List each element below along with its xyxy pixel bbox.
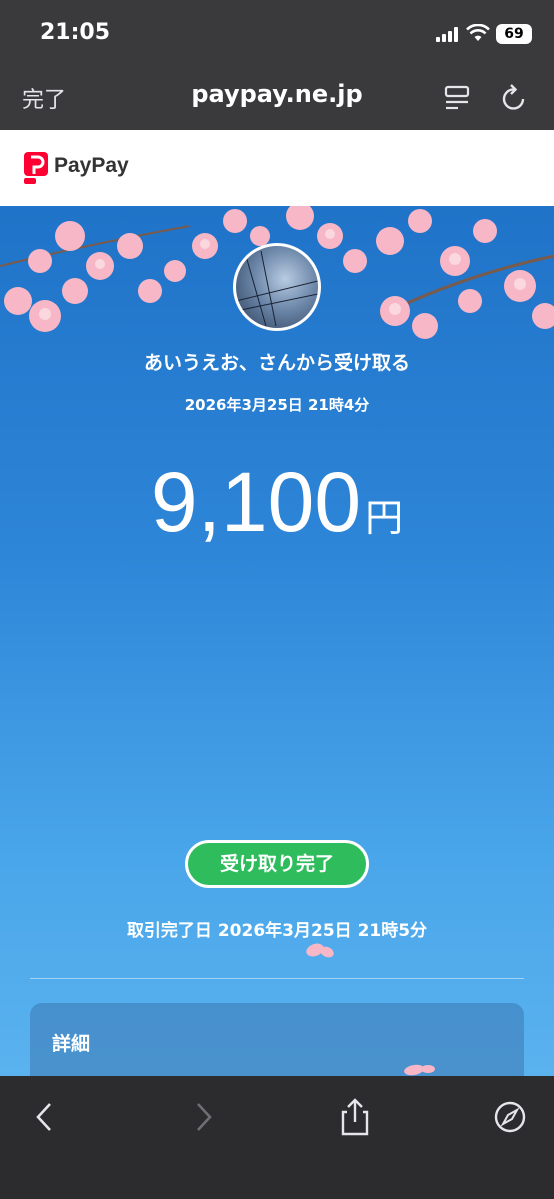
petal-decoration [404, 1064, 435, 1076]
back-icon[interactable] [28, 1098, 62, 1136]
wifi-icon [466, 24, 490, 41]
paypay-logo-icon [24, 152, 48, 184]
detail-section[interactable]: 詳細 [30, 1003, 524, 1076]
done-button[interactable]: 完了 [22, 82, 66, 114]
battery-indicator: 69 [496, 24, 532, 44]
share-icon[interactable] [338, 1098, 372, 1136]
status-bar: 21:05 69 [0, 0, 554, 66]
forward-icon[interactable] [186, 1098, 220, 1136]
transfer-date: 2026年3月25日 21時4分 [184, 396, 370, 414]
reader-icon[interactable] [444, 84, 470, 112]
petal-decoration [306, 943, 334, 958]
detail-title: 詳細 [52, 1033, 91, 1055]
browser-toolbar: 完了 paypay.ne.jp [0, 66, 554, 130]
divider [30, 978, 524, 979]
status-badge: 受け取り完了 [185, 840, 369, 888]
browser-bottom-toolbar [0, 1076, 554, 1199]
receipt-panel: あいうえお、さんから受け取る 2026年3月25日 21時4分 9,100 円 受… [0, 206, 554, 1076]
currency-label: 円 [365, 496, 404, 540]
signal-icon [436, 27, 458, 42]
status-time: 21:05 [40, 20, 111, 45]
completed-date: 取引完了日 2026年3月25日 21時5分 [126, 921, 428, 941]
sender-text: あいうえお、さんから受け取る [143, 352, 410, 374]
paypay-header: PayPay [0, 130, 554, 206]
compass-icon[interactable] [493, 1098, 527, 1136]
url-field[interactable]: paypay.ne.jp [0, 80, 554, 108]
paypay-logo-text: PayPay [54, 154, 129, 177]
sender-avatar [233, 243, 321, 331]
amount-display: 9,100 円 [0, 454, 554, 551]
amount-value: 9,100 [150, 455, 362, 549]
reload-icon[interactable] [500, 82, 528, 112]
